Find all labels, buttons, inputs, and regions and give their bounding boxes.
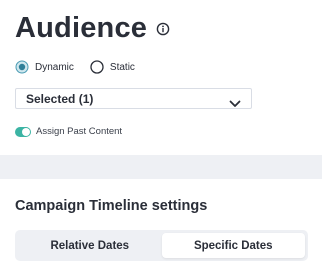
assign-past-content-row: Assign Past Content xyxy=(15,126,122,137)
toggle-knob xyxy=(22,127,30,136)
date-mode-segmented-control: Relative Dates Specific Dates xyxy=(15,230,308,261)
campaign-timeline-title: Campaign Timeline settings xyxy=(15,198,208,214)
page-title: Audience xyxy=(15,12,148,44)
radio-selected-icon xyxy=(15,60,29,74)
audience-header: Audience xyxy=(15,12,170,45)
radio-static[interactable]: Static xyxy=(90,60,135,74)
section-divider xyxy=(0,155,322,179)
radio-static-label: Static xyxy=(109,61,135,73)
chevron-down-icon xyxy=(229,95,241,107)
audience-select-value: Selected (1) xyxy=(26,91,94,106)
audience-select[interactable]: Selected (1) xyxy=(15,88,252,109)
radio-dynamic-label: Dynamic xyxy=(35,61,74,73)
audience-panel: Audience Dynamic Static Selected (1) Ass… xyxy=(0,0,322,155)
tab-specific-dates[interactable]: Specific Dates xyxy=(161,233,305,258)
audience-type-radio-group: Dynamic Static xyxy=(15,60,135,74)
tab-relative-dates[interactable]: Relative Dates xyxy=(18,233,162,258)
assign-past-content-toggle[interactable] xyxy=(15,126,31,137)
info-icon[interactable] xyxy=(156,22,170,36)
assign-past-content-label: Assign Past Content xyxy=(36,126,123,137)
radio-dynamic[interactable]: Dynamic xyxy=(15,60,74,74)
radio-unselected-icon xyxy=(90,60,104,74)
